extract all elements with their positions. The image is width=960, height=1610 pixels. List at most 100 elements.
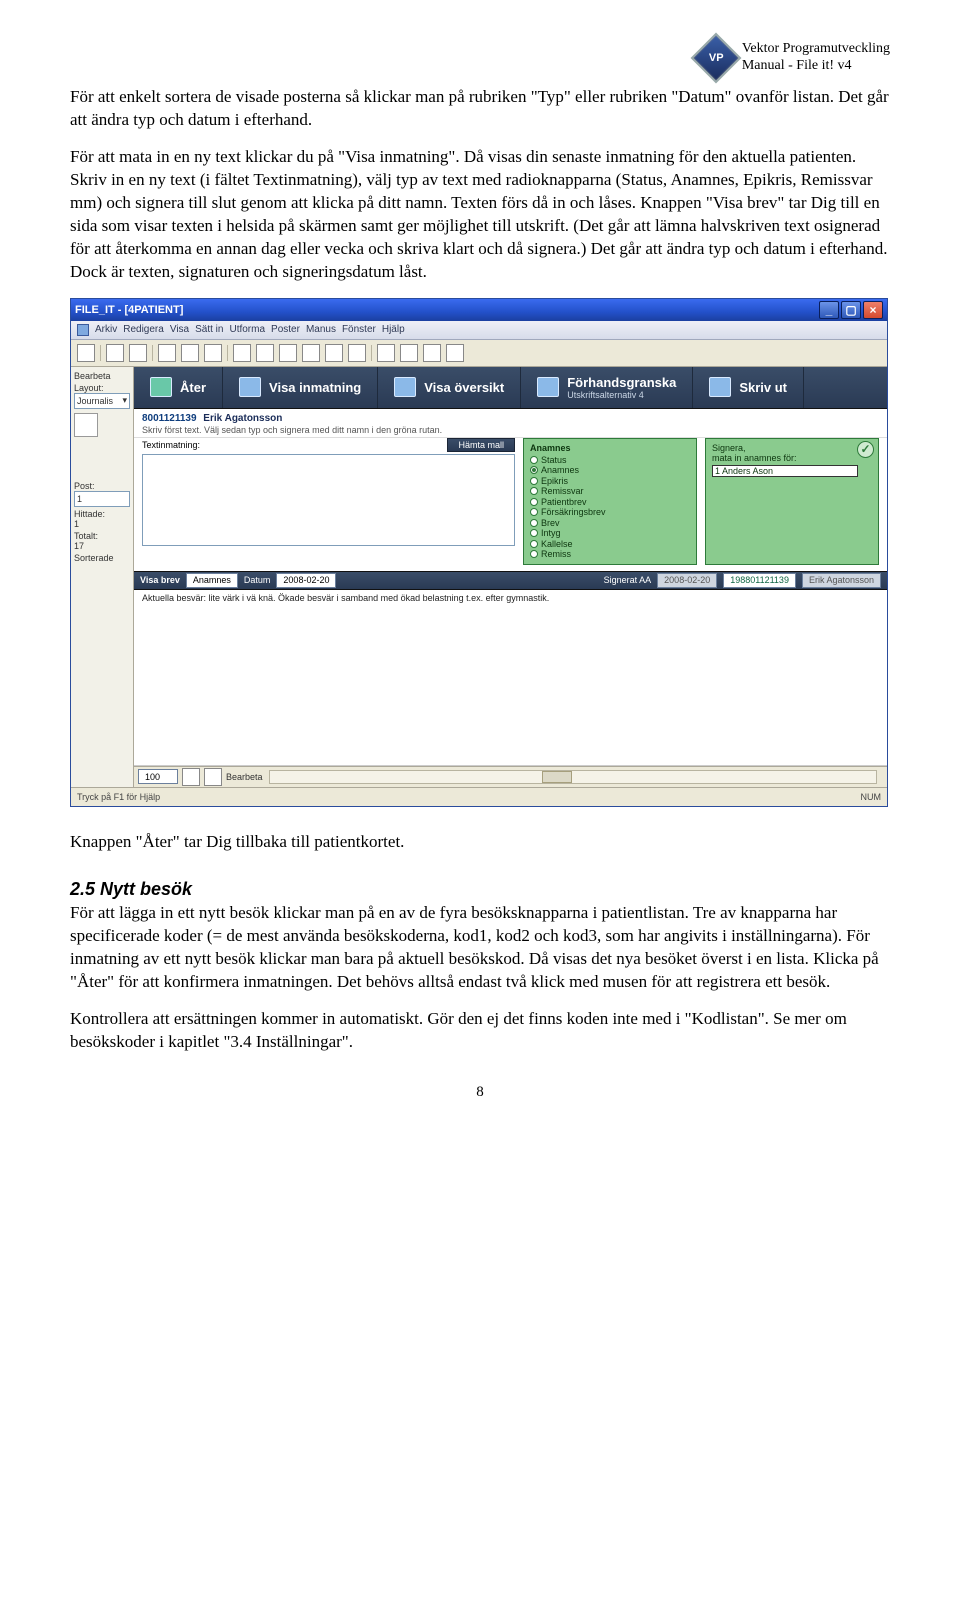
toolbar-icon[interactable] [302,344,320,362]
record-signed-date: 2008-02-20 [657,573,717,588]
action-bar: Åter Visa inmatning Visa översikt Förhan… [134,367,887,409]
menu-utforma[interactable]: Utforma [229,324,265,335]
radio-remissvar[interactable]: Remissvar [530,486,690,496]
toolbar-icon[interactable] [348,344,366,362]
layout-select[interactable]: Journalis▾ [74,393,130,409]
header-company: Vektor Programutveckling [742,41,890,58]
window-minimize-button[interactable]: _ [819,301,839,319]
section-heading-2-5: 2.5 Nytt besök [70,879,890,900]
status-bar: Tryck på F1 för Hjälp NUM [71,787,887,806]
footer-mode: Bearbeta [226,772,263,782]
menu-poster[interactable]: Poster [271,324,300,335]
footer-icon[interactable] [204,768,222,786]
sidebar-sorterade: Sorterade [74,553,130,563]
toolbar-icon[interactable] [204,344,222,362]
sidebar-totalt-value: 17 [74,541,130,551]
toolbar-icon[interactable] [400,344,418,362]
radio-forsakringsbrev[interactable]: Försäkringsbrev [530,507,690,517]
window-close-button[interactable]: × [863,301,883,319]
menu-arkiv[interactable]: Arkiv [95,324,117,335]
menu-redigera[interactable]: Redigera [123,324,164,335]
radio-anamnes[interactable]: Anamnes [530,465,690,475]
header-manual: Manual - File it! v4 [742,58,890,75]
radio-status[interactable]: Status [530,455,690,465]
para-ater: Knappen "Åter" tar Dig tillbaka till pat… [70,831,890,854]
radio-intyg[interactable]: Intyg [530,528,690,538]
window-maximize-button[interactable]: ▢ [841,301,861,319]
overview-icon [394,377,416,397]
toolbar-icon[interactable] [77,344,95,362]
record-date-label: Datum [244,575,271,585]
sidebar-totalt-label: Totalt: [74,531,130,541]
page-number: 8 [70,1084,890,1101]
anamnes-title: Anamnes [530,443,690,453]
record-ref-name: Erik Agatonsson [802,573,881,588]
toolbar-icon[interactable] [106,344,124,362]
signera-select[interactable]: 1 Anders Ason [712,465,858,477]
sidebar-bearbeta: Bearbeta [74,371,130,381]
toolbar-icon[interactable] [129,344,147,362]
radio-kallelse[interactable]: Kallelse [530,539,690,549]
radio-epikris[interactable]: Epikris [530,476,690,486]
visa-brev-button[interactable]: Visa brev [140,575,180,585]
menu-hjalp[interactable]: Hjälp [382,324,405,335]
status-hint: Tryck på F1 för Hjälp [77,792,160,802]
para-sort: För att enkelt sortera de visade postern… [70,86,890,132]
toolbar-icon[interactable] [325,344,343,362]
radio-patientbrev[interactable]: Patientbrev [530,497,690,507]
app-screenshot: FILE_IT - [4PATIENT] _ ▢ × Arkiv Rediger… [70,298,888,807]
record-date: 2008-02-20 [276,573,336,588]
ater-button[interactable]: Åter [134,367,223,408]
visa-oversikt-button[interactable]: Visa översikt [378,367,521,408]
sidebar-tool-icon[interactable] [74,413,98,437]
record-text: Aktuella besvär: lite värk i vä knä. Öka… [134,590,887,766]
para-nytt-besok-2: Kontrollera att ersättningen kommer in a… [70,1008,890,1054]
sidebar-post-label: Post: [74,481,130,491]
sidebar-hittade-value: 1 [74,519,130,529]
record-ref: 198801121139 [723,573,796,588]
toolbar-icon[interactable] [446,344,464,362]
menu-visa[interactable]: Visa [170,324,189,335]
hamta-mall-button[interactable]: Hämta mall [447,438,515,452]
forhandsgranska-button[interactable]: Förhandsgranska Utskriftsalternativ 4 [521,367,693,408]
entry-hint: Skriv först text. Välj sedan typ och sig… [142,425,879,435]
h-scrollbar[interactable] [269,770,877,784]
toolbar-icon[interactable] [377,344,395,362]
anamnes-panel: Anamnes Status Anamnes Epikris Remissvar… [523,438,697,565]
toolbar-icon[interactable] [158,344,176,362]
patient-name: Erik Agatonsson [203,413,282,424]
record-type: Anamnes [186,573,238,588]
app-menu-icon[interactable] [77,324,89,336]
menu-fonster[interactable]: Fönster [342,324,376,335]
record-signed: Signerat AA [604,575,652,585]
signera-title: Signera, [712,443,872,453]
para-nytt-besok-1: För att lägga in ett nytt besök klickar … [70,902,890,994]
menu-manus[interactable]: Manus [306,324,336,335]
sidebar-layout-label: Layout: [74,383,130,393]
logo-icon [690,33,741,84]
page-header: Vektor Programutveckling Manual - File i… [70,40,890,76]
text-input[interactable] [142,454,515,546]
visa-inmatning-button[interactable]: Visa inmatning [223,367,378,408]
back-icon [150,377,172,397]
toolbar-icon[interactable] [279,344,297,362]
footer-icon[interactable] [182,768,200,786]
print-icon [709,377,731,397]
radio-brev[interactable]: Brev [530,518,690,528]
input-icon [239,377,261,397]
menu-sattin[interactable]: Sätt in [195,324,223,335]
post-input[interactable]: 1 [74,491,130,507]
signera-panel: ✓ Signera, mata in anamnes för: 1 Anders… [705,438,879,565]
record-bar: Visa brev Anamnes Datum 2008-02-20 Signe… [134,571,887,591]
textinmatning-label: Textinmatning: [142,440,200,450]
zoom-value[interactable]: 100 [138,769,178,784]
signera-subtitle: mata in anamnes för: [712,453,872,463]
toolbar-icon[interactable] [181,344,199,362]
toolbar-icon[interactable] [256,344,274,362]
toolbar-icon[interactable] [233,344,251,362]
radio-remiss[interactable]: Remiss [530,549,690,559]
skriv-ut-button[interactable]: Skriv ut [693,367,804,408]
left-sidebar: Bearbeta Layout: Journalis▾ Post: 1 Hitt… [71,367,134,787]
toolbar-icon[interactable] [423,344,441,362]
patient-info: 8001121139 Erik Agatonsson Skriv först t… [134,409,887,438]
